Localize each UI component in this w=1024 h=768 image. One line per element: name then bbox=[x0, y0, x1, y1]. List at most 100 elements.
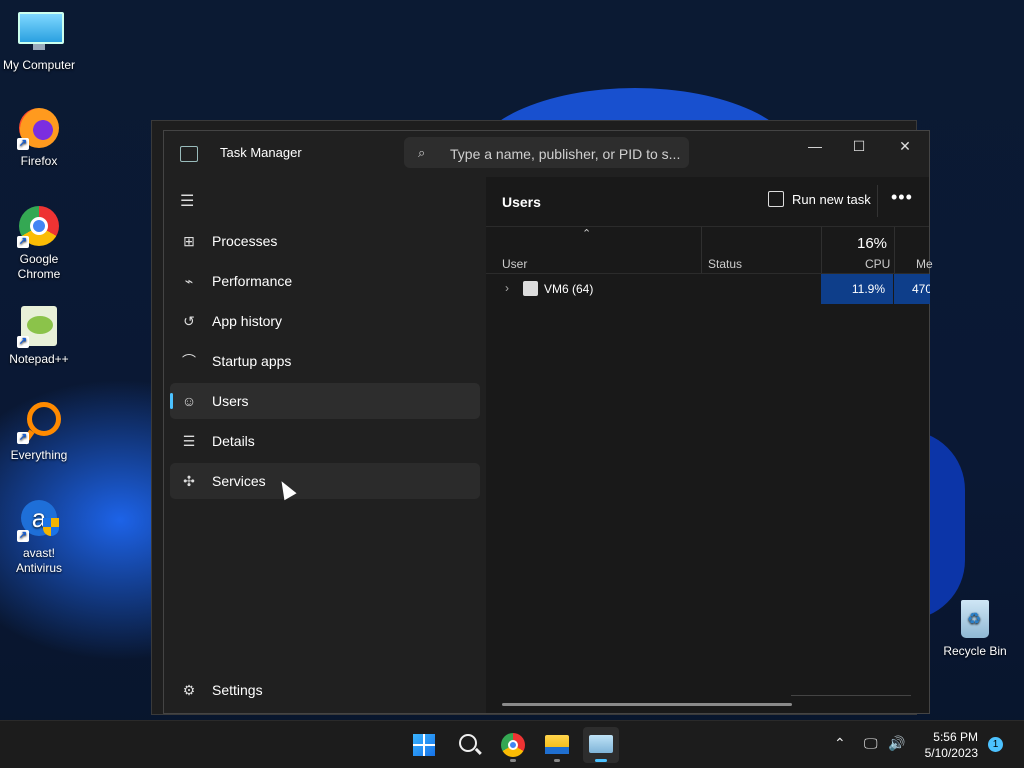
task-manager-icon bbox=[589, 735, 613, 753]
sidebar-item-label: Processes bbox=[212, 233, 278, 249]
minimize-button[interactable]: — bbox=[792, 131, 838, 161]
column-header-user[interactable]: User bbox=[502, 257, 527, 271]
sidebar-item-label: App history bbox=[212, 313, 283, 329]
sidebar-item-label: Users bbox=[212, 393, 249, 409]
desktop-icon-label: avast! Antivirus bbox=[15, 546, 62, 575]
table-row[interactable]: › VM6 (64) 11.9% 470 bbox=[486, 274, 930, 304]
taskbar-task-manager[interactable] bbox=[583, 727, 619, 763]
memory-cell: 470 bbox=[894, 274, 930, 304]
toolbar-divider bbox=[877, 185, 878, 217]
cpu-total-percent: 16% bbox=[857, 235, 888, 252]
processes-icon: ⊞ bbox=[183, 233, 195, 249]
desktop-icon-label: Recycle Bin bbox=[943, 644, 1007, 658]
notification-badge[interactable]: 1 bbox=[988, 737, 1003, 752]
cpu-value: 11.9% bbox=[851, 282, 885, 296]
clock-date: 5/10/2023 bbox=[924, 746, 978, 760]
page-title: Users bbox=[502, 194, 541, 210]
desktop-icon-everything[interactable]: ↗ Everything bbox=[0, 400, 78, 463]
chrome-icon: ↗ bbox=[17, 204, 61, 248]
sidebar-item-processes[interactable]: ⊞ Processes bbox=[170, 223, 480, 259]
column-header-memory[interactable]: Me bbox=[916, 257, 933, 271]
column-separator[interactable] bbox=[701, 227, 702, 273]
puzzle-icon: ✣ bbox=[183, 473, 195, 489]
search-icon: ⌕ bbox=[418, 145, 426, 160]
sidebar-item-label: Services bbox=[212, 473, 266, 489]
maximize-button[interactable]: ☐ bbox=[836, 131, 882, 161]
column-separator[interactable] bbox=[894, 227, 895, 273]
more-options-button[interactable]: ••• bbox=[891, 187, 913, 208]
chevron-right-icon[interactable]: › bbox=[505, 281, 509, 295]
window-title: Task Manager bbox=[220, 145, 302, 160]
title-bar[interactable]: Task Manager ⌕ — ☐ ✕ bbox=[164, 131, 929, 177]
gear-icon: ⚙ bbox=[182, 682, 196, 698]
sidebar: ☰ ⊞ Processes ⌁ Performance ↺ App histor… bbox=[164, 177, 486, 713]
header-divider bbox=[486, 226, 929, 227]
column-header-cpu[interactable]: CPU bbox=[865, 257, 890, 271]
task-manager-window[interactable]: Task Manager ⌕ — ☐ ✕ ☰ ⊞ Processes ⌁ Per… bbox=[163, 130, 933, 714]
notepadpp-icon: ↗ bbox=[17, 304, 61, 348]
column-separator[interactable] bbox=[821, 227, 822, 273]
taskbar: ⌃ 🖵 🔊 5:56 PM 5/10/2023 1 bbox=[0, 720, 1024, 768]
sidebar-item-label: Startup apps bbox=[212, 353, 292, 369]
system-clock[interactable]: 5:56 PM 5/10/2023 bbox=[916, 729, 978, 761]
sidebar-item-details[interactable]: ☰ Details bbox=[170, 423, 480, 459]
active-indicator bbox=[595, 759, 607, 762]
users-icon: ☺ bbox=[181, 393, 197, 409]
scroll-track bbox=[791, 695, 911, 696]
search-magnifier-icon: ↗ bbox=[17, 400, 61, 445]
sidebar-item-label: Details bbox=[212, 433, 255, 449]
clock-time: 5:56 PM bbox=[933, 730, 978, 744]
desktop-icon-notepadpp[interactable]: ↗ Notepad++ bbox=[0, 304, 78, 367]
sidebar-item-services[interactable]: ✣ Services bbox=[170, 463, 480, 499]
sidebar-item-performance[interactable]: ⌁ Performance bbox=[170, 263, 480, 299]
desktop-icon-label: Google Chrome bbox=[17, 252, 61, 281]
sidebar-item-app-history[interactable]: ↺ App history bbox=[170, 303, 480, 339]
desktop-icon-recycle-bin[interactable]: ♻ Recycle Bin bbox=[936, 596, 1014, 659]
desktop-icon-my-computer[interactable]: My Computer bbox=[0, 10, 78, 73]
monitor-icon bbox=[17, 10, 64, 54]
sidebar-item-users[interactable]: ☺ Users bbox=[170, 383, 480, 419]
close-button[interactable]: ✕ bbox=[882, 131, 928, 161]
user-avatar-icon bbox=[523, 281, 538, 296]
firefox-icon: ↗ bbox=[17, 106, 61, 150]
history-icon: ↺ bbox=[183, 313, 195, 329]
run-new-task-button[interactable]: Run new task bbox=[768, 191, 871, 207]
main-panel: Users Run new task ••• ⌃ User Status 16%… bbox=[486, 177, 933, 713]
desktop-icon-avast[interactable]: a ↗ avast! Antivirus bbox=[0, 498, 78, 576]
avast-icon: a ↗ bbox=[17, 498, 61, 542]
start-icon bbox=[413, 734, 435, 756]
desktop-icon-label: Firefox bbox=[20, 154, 58, 168]
desktop-icon-google-chrome[interactable]: ↗ Google Chrome bbox=[0, 204, 78, 282]
desktop-icon-label: Notepad++ bbox=[9, 352, 69, 366]
taskbar-search-button[interactable] bbox=[451, 727, 487, 763]
desktop-icon-label: My Computer bbox=[2, 58, 76, 72]
run-task-icon bbox=[768, 191, 784, 207]
horizontal-scrollbar[interactable] bbox=[502, 703, 792, 706]
sort-ascending-icon[interactable]: ⌃ bbox=[582, 227, 591, 240]
gauge-icon: ⌒ bbox=[182, 353, 196, 369]
show-hidden-icons-chevron-icon[interactable]: ⌃ bbox=[834, 735, 846, 752]
details-list-icon: ☰ bbox=[182, 433, 196, 449]
performance-icon: ⌁ bbox=[184, 273, 194, 289]
hamburger-menu-icon[interactable]: ☰ bbox=[180, 191, 194, 211]
desktop-icon-firefox[interactable]: ↗ Firefox bbox=[0, 106, 78, 169]
network-icon[interactable]: 🖵 bbox=[864, 735, 878, 752]
recycle-bin-icon: ♻ bbox=[953, 596, 997, 640]
user-name-cell: VM6 (64) bbox=[544, 282, 594, 296]
sidebar-item-startup-apps[interactable]: ⌒ Startup apps bbox=[170, 343, 480, 379]
volume-icon[interactable]: 🔊 bbox=[888, 735, 905, 752]
taskbar-chrome[interactable] bbox=[495, 727, 531, 763]
running-indicator bbox=[554, 759, 560, 762]
search-input[interactable] bbox=[448, 137, 687, 170]
task-manager-icon bbox=[180, 146, 198, 162]
search-box[interactable]: ⌕ bbox=[404, 137, 689, 170]
start-button[interactable] bbox=[406, 727, 442, 763]
taskbar-file-explorer[interactable] bbox=[539, 727, 575, 763]
cpu-cell: 11.9% bbox=[821, 274, 893, 304]
memory-value: 470 bbox=[912, 282, 930, 296]
column-header-status[interactable]: Status bbox=[708, 257, 742, 271]
sidebar-item-label: Performance bbox=[212, 273, 293, 289]
run-new-task-label: Run new task bbox=[792, 192, 871, 207]
sidebar-item-label: Settings bbox=[212, 682, 263, 698]
sidebar-item-settings[interactable]: ⚙ Settings bbox=[170, 672, 480, 708]
